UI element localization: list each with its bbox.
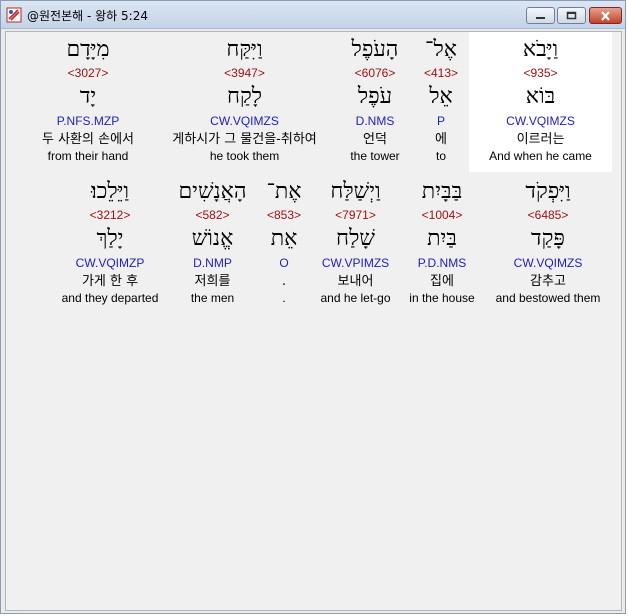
- hebrew-word: אֶת־: [266, 179, 302, 204]
- korean-gloss: 게하시가 그 물건을-취하여: [172, 132, 317, 147]
- hebrew-root: יָלַךְ: [96, 226, 124, 251]
- morphology-code: P.NFS.MZP: [56, 114, 120, 128]
- english-gloss: .: [282, 291, 286, 305]
- morphology-code: CW.VPIMZS: [321, 256, 390, 270]
- strong-number[interactable]: <935>: [469, 66, 612, 80]
- morphology-code: CW.VQIMZS: [506, 114, 575, 128]
- hebrew-word: הָאֲנָשִׁים: [178, 179, 247, 204]
- morphology-code: CW.VQIMZS: [210, 114, 279, 128]
- app-icon: [6, 7, 22, 23]
- hebrew-word: וַיָּבֹא: [522, 37, 559, 62]
- korean-gloss: 언덕: [363, 132, 387, 147]
- morphology-code: CW.VQIMZP: [75, 256, 145, 270]
- korean-gloss: 이르러는: [516, 132, 565, 147]
- hebrew-word: בַּבָּיִת: [421, 179, 463, 204]
- english-gloss: the tower: [350, 149, 400, 163]
- hebrew-root: בַּיִת: [427, 226, 457, 251]
- word-1-3[interactable]: אֶת־ <853> אֵת O . .: [258, 174, 310, 314]
- word-1-2[interactable]: וַיְשַׁלַּח <7971> שָׁלַח CW.VPIMZS 보내어 …: [312, 174, 399, 314]
- word-1-1[interactable]: בַּבָּיִת <1004> בַּיִת P.D.NMS 집에 in th…: [401, 174, 483, 314]
- hebrew-root: לָקַח: [226, 84, 263, 109]
- morphology-code: O: [279, 256, 289, 270]
- hebrew-word: וַיִּפְקֹד: [525, 179, 571, 204]
- strong-number[interactable]: <582>: [169, 208, 256, 222]
- korean-gloss: 가게 한 후: [81, 274, 139, 289]
- word-0-4[interactable]: מִיָּדָם <3027> יָד P.NFS.MZP 두 사환의 손에서 …: [24, 32, 152, 172]
- hebrew-word: הָעֹפֶל: [351, 37, 399, 62]
- word-0-1[interactable]: אֶל־ <413> אֵל P 에 to: [415, 32, 467, 172]
- word-1-0[interactable]: וַיִּפְקֹד <6485> פָּקַד CW.VQIMZS 감추고 a…: [485, 174, 611, 314]
- hebrew-word: אֶל־: [425, 37, 457, 62]
- title-bar[interactable]: @원전본해 - 왕하 5:24: [1, 1, 625, 29]
- strong-number[interactable]: <1004>: [401, 208, 483, 222]
- word-0-3[interactable]: וַיִּקַּח <3947> לָקַח CW.VQIMZS 게하시가 그 …: [154, 32, 335, 172]
- word-1-4[interactable]: הָאֲנָשִׁים <582> אֱנוֹשׁ D.NMP 저희를 the …: [169, 174, 256, 314]
- word-0-2[interactable]: הָעֹפֶל <6076> עֹפֶל D.NMS 언덕 the tower: [337, 32, 413, 172]
- window-title: @원전본해 - 왕하 5:24: [27, 9, 148, 23]
- english-gloss: the men: [190, 291, 235, 305]
- app-window: @원전본해 - 왕하 5:24 וַיָּבֹא <935> בּוֹא CW.…: [0, 0, 626, 614]
- morphology-code: D.NMS: [355, 114, 395, 128]
- hebrew-root: אֵל: [429, 84, 453, 109]
- strong-number[interactable]: <6076>: [337, 66, 413, 80]
- strong-number[interactable]: <3027>: [24, 66, 152, 80]
- korean-gloss: 보내어: [337, 274, 374, 289]
- hebrew-root: בּוֹא: [525, 84, 556, 109]
- korean-gloss: 두 사환의 손에서: [42, 132, 134, 147]
- english-gloss: and they departed: [61, 291, 159, 305]
- hebrew-root: אֱנוֹשׁ: [191, 226, 234, 251]
- strong-number[interactable]: <413>: [415, 66, 467, 80]
- maximize-button[interactable]: [557, 7, 586, 24]
- korean-gloss: 감추고: [530, 274, 566, 289]
- hebrew-word: וַיִּקַּח: [226, 37, 263, 62]
- morphology-code: D.NMP: [193, 256, 232, 270]
- strong-number[interactable]: <853>: [258, 208, 310, 222]
- hebrew-root: אֵת: [270, 226, 298, 251]
- hebrew-root: פָּקַד: [531, 226, 565, 251]
- maximize-icon: [566, 11, 577, 20]
- hebrew-root: שָׁלַח: [336, 226, 375, 251]
- strong-number[interactable]: <3212>: [53, 208, 167, 222]
- english-gloss: he took them: [209, 149, 280, 163]
- hebrew-root: יָד: [79, 84, 97, 109]
- morphology-code: CW.VQIMZS: [513, 256, 583, 270]
- strong-number[interactable]: <3947>: [154, 66, 335, 80]
- interlinear-view[interactable]: וַיָּבֹא <935> בּוֹא CW.VQIMZS 이르러는 And …: [5, 31, 622, 611]
- strong-number[interactable]: <6485>: [485, 208, 611, 222]
- word-0-0[interactable]: וַיָּבֹא <935> בּוֹא CW.VQIMZS 이르러는 And …: [469, 32, 612, 172]
- close-icon: [601, 10, 610, 21]
- word-1-5[interactable]: וַיֵּלֵכוּ׃ <3212> יָלַךְ CW.VQIMZP 가게 한…: [53, 174, 167, 314]
- korean-gloss: 저희를: [194, 274, 231, 289]
- hebrew-root: עֹפֶל: [357, 84, 393, 109]
- english-gloss: from their hand: [47, 149, 129, 163]
- close-button[interactable]: [589, 7, 622, 24]
- strong-number[interactable]: <7971>: [312, 208, 399, 222]
- english-gloss: and he let-go: [320, 291, 391, 305]
- hebrew-word: וַיֵּלֵכוּ׃: [90, 179, 130, 204]
- minimize-button[interactable]: [526, 7, 555, 24]
- minimize-icon: [536, 17, 545, 19]
- hebrew-word: וַיְשַׁלַּח: [330, 179, 381, 204]
- korean-gloss: 에: [435, 132, 447, 147]
- hebrew-word: מִיָּדָם: [66, 37, 110, 62]
- english-gloss: and bestowed them: [495, 291, 601, 305]
- morphology-code: P.D.NMS: [417, 256, 467, 270]
- korean-gloss: 집에: [430, 274, 454, 289]
- morphology-code: P: [436, 114, 445, 128]
- korean-gloss: .: [281, 274, 287, 289]
- english-gloss: to: [435, 149, 446, 163]
- english-gloss: in the house: [409, 291, 475, 305]
- english-gloss: And when he came: [489, 149, 592, 163]
